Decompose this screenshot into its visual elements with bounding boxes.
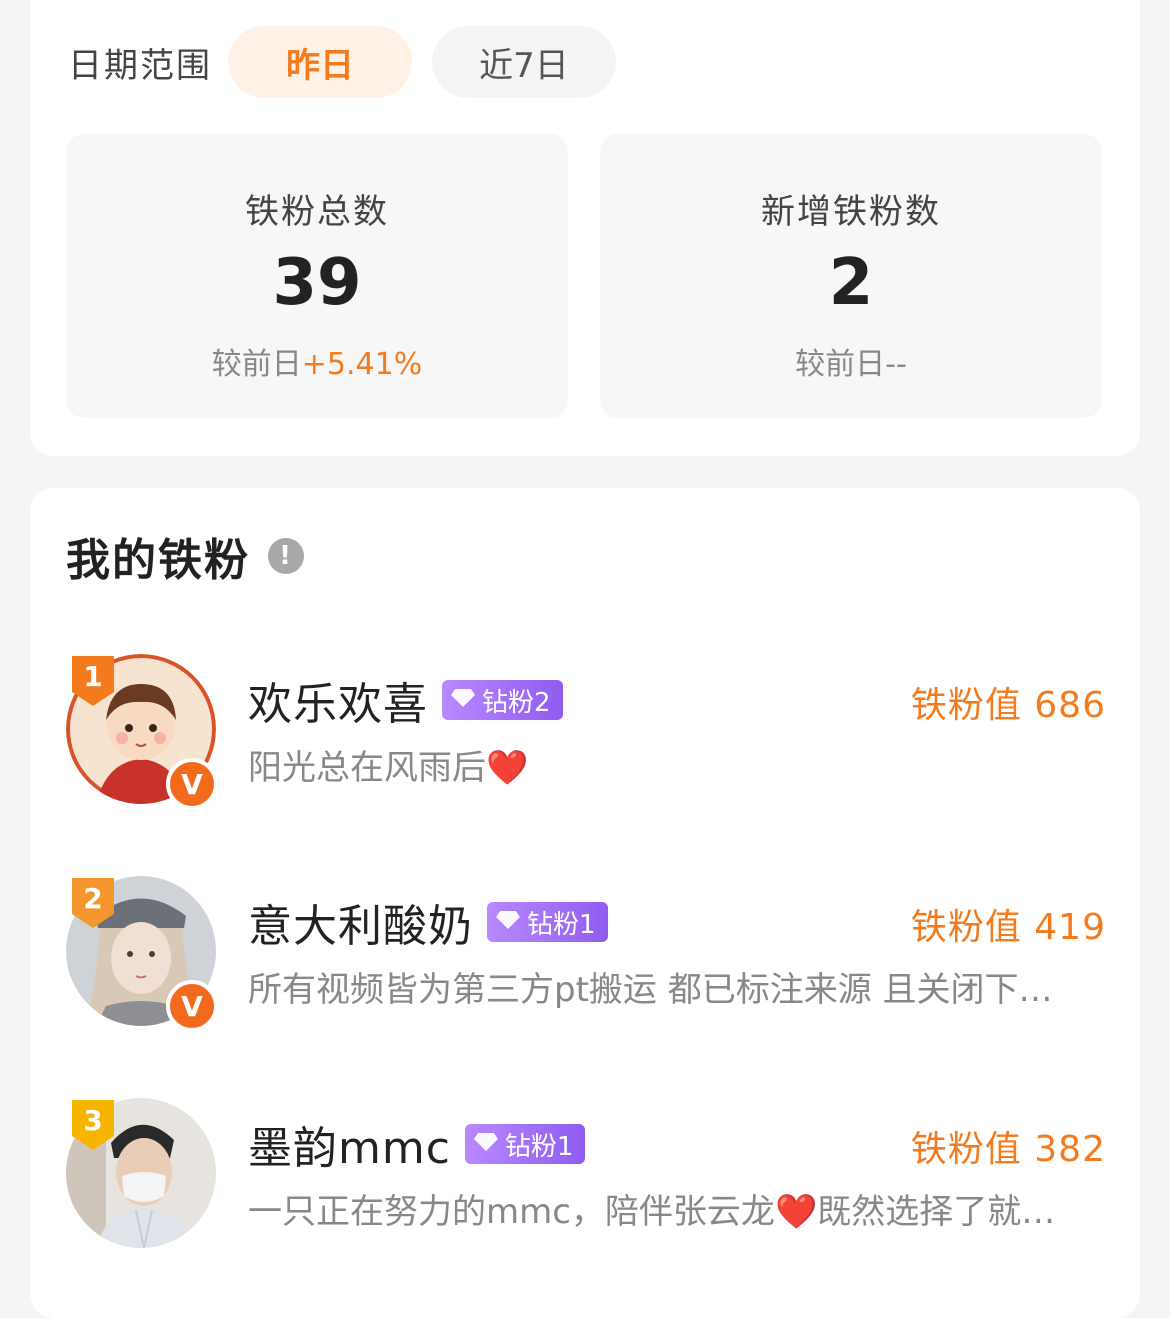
- stat-label: 铁粉总数: [245, 192, 389, 232]
- fan-bio-tail: 既然选择了就…: [817, 1192, 1056, 1232]
- rank-number: 3: [83, 1104, 103, 1137]
- fan-list-item[interactable]: 2 V 意大利酸奶 钻粉1 铁粉值 419 所有视频皆为第三方pt搬运 都已标注…: [66, 876, 1106, 1036]
- stat-total-fans: 铁粉总数 39 较前日+5.41%: [66, 134, 568, 418]
- rank-number: 2: [83, 882, 103, 915]
- diamond-tag-label: 钻粉1: [527, 909, 596, 940]
- date-range-label: 日期范围: [68, 45, 212, 86]
- fan-avatar[interactable]: 2 V: [66, 874, 218, 1032]
- heart-emoji: ❤️: [774, 1192, 818, 1232]
- fan-bio: 所有视频皆为第三方pt搬运 都已标注来源 且关闭下…: [248, 962, 1098, 1011]
- rank-badge: 1: [68, 652, 118, 708]
- section-title-text: 我的铁粉: [66, 535, 250, 586]
- diamond-tag-label: 钻粉1: [504, 1131, 574, 1162]
- diamond-fan-tag: 钻粉2: [442, 680, 563, 720]
- date-range-row: 日期范围 昨日 近7日: [68, 26, 636, 98]
- fan-name[interactable]: 欢乐欢喜: [248, 668, 428, 732]
- diamond-tag-label: 钻粉2: [482, 687, 551, 718]
- fan-bio: 一只正在努力的mmc，陪伴张云龙❤️既然选择了就…: [248, 1184, 1098, 1233]
- fan-value: 铁粉值 382: [910, 1129, 1106, 1170]
- fan-name-line: 意大利酸奶 钻粉1: [248, 890, 608, 954]
- section-title: 我的铁粉 !: [66, 524, 304, 588]
- fan-bio-text: 阳光总在风雨后: [248, 748, 486, 788]
- diamond-icon: [450, 685, 476, 715]
- verified-icon: V: [166, 980, 218, 1032]
- stat-compare: 较前日+5.41%: [66, 339, 568, 383]
- compare-prefix: 较前日: [795, 347, 886, 382]
- fan-value: 铁粉值 419: [910, 907, 1106, 948]
- diamond-fan-tag: 钻粉1: [487, 902, 608, 942]
- heart-emoji: ❤️: [486, 748, 529, 788]
- compare-value: +5.41%: [301, 347, 423, 382]
- fan-bio-text: 所有视频皆为第三方pt搬运 都已标注来源 且关闭下…: [248, 970, 1053, 1010]
- stat-compare: 较前日--: [600, 339, 1102, 383]
- diamond-icon: [473, 1129, 499, 1159]
- info-icon[interactable]: !: [268, 538, 304, 574]
- fan-name[interactable]: 墨韵mmc: [248, 1112, 451, 1176]
- fan-avatar[interactable]: 3: [66, 1098, 216, 1248]
- fan-name[interactable]: 意大利酸奶: [248, 890, 473, 954]
- range-option-yesterday[interactable]: 昨日: [228, 26, 412, 98]
- compare-value: --: [885, 347, 907, 382]
- stats-card: 日期范围 昨日 近7日 铁粉总数 39 较前日+5.41% 新增铁粉数 2 较前…: [30, 0, 1140, 456]
- fan-name-line: 墨韵mmc 钻粉1: [248, 1112, 586, 1176]
- rank-badge: 3: [68, 1096, 118, 1152]
- compare-prefix: 较前日: [211, 347, 302, 382]
- fan-list-item[interactable]: 3 墨韵mmc 钻粉1 铁粉值 382 一只正在努力的mmc，陪伴张云龙❤️既然…: [66, 1098, 1106, 1258]
- stat-value: 2: [828, 246, 874, 320]
- fan-bio-text: 一只正在努力的mmc，陪伴张云龙: [248, 1192, 775, 1232]
- fan-value: 铁粉值 686: [910, 685, 1106, 726]
- rank-number: 1: [83, 660, 103, 693]
- stat-new-fans: 新增铁粉数 2 较前日--: [600, 134, 1102, 418]
- stat-value: 39: [272, 246, 362, 320]
- my-fans-card: 我的铁粉 ! 1 V 欢乐欢喜 钻粉2 铁粉值 686 阳光总在风雨后❤️ 2 …: [30, 488, 1140, 1318]
- diamond-fan-tag: 钻粉1: [464, 1124, 586, 1164]
- fan-list-item[interactable]: 1 V 欢乐欢喜 钻粉2 铁粉值 686 阳光总在风雨后❤️: [66, 654, 1106, 814]
- fan-avatar[interactable]: 1 V: [66, 652, 218, 810]
- fan-bio: 阳光总在风雨后❤️: [248, 740, 1098, 789]
- rank-badge: 2: [68, 874, 118, 930]
- fan-name-line: 欢乐欢喜 钻粉2: [248, 668, 563, 732]
- verified-icon: V: [166, 758, 218, 810]
- range-option-7days[interactable]: 近7日: [432, 26, 616, 98]
- stat-label: 新增铁粉数: [761, 192, 941, 232]
- diamond-icon: [495, 907, 521, 937]
